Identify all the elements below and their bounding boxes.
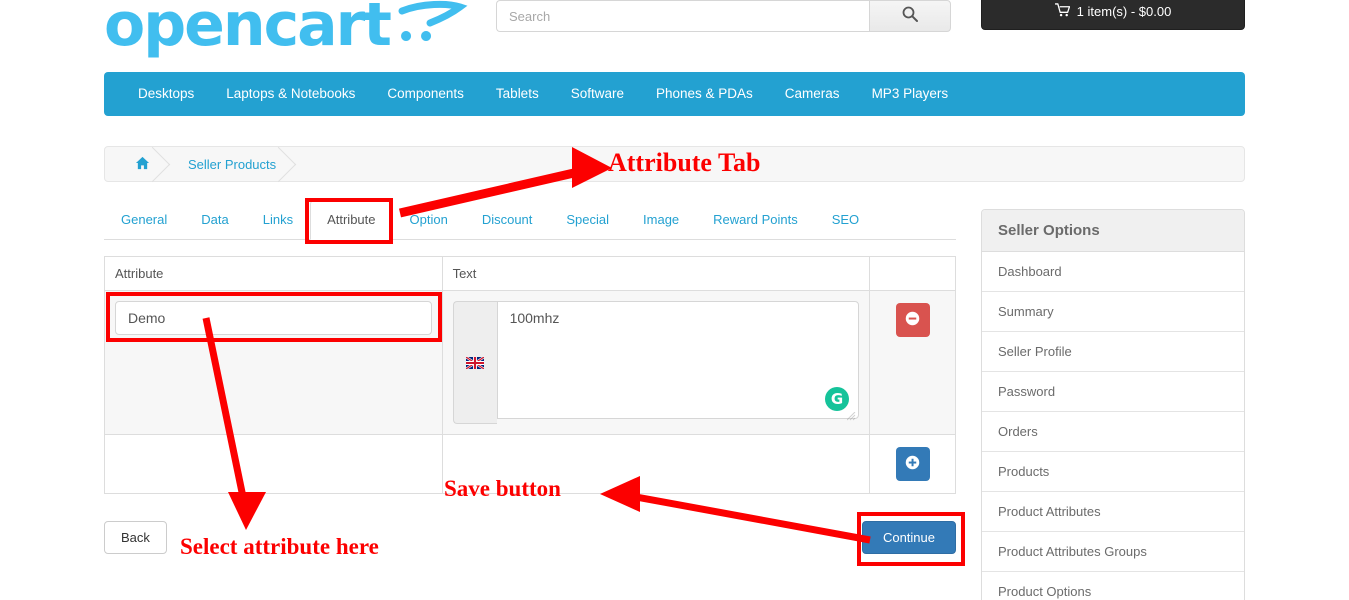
opencart-logo[interactable]: opencart: [104, 0, 468, 60]
sidebar-item-product-options[interactable]: Product Options: [982, 572, 1244, 600]
footer-cell-attribute: [104, 434, 443, 494]
sidebar-item-products[interactable]: Products: [982, 452, 1244, 492]
tab-general[interactable]: General: [104, 200, 184, 240]
table-row: G: [104, 290, 956, 435]
tab-seo[interactable]: SEO: [815, 200, 876, 240]
header-text: Text: [441, 256, 871, 291]
nav-item-cameras[interactable]: Cameras: [769, 72, 856, 116]
tab-reward-points[interactable]: Reward Points: [696, 200, 815, 240]
nav-item-tablets[interactable]: Tablets: [480, 72, 555, 116]
cell-attribute: [104, 290, 443, 435]
logo-cart-icon: [396, 0, 468, 56]
search-input[interactable]: [496, 0, 869, 32]
attribute-text-group: G: [452, 301, 860, 424]
grammarly-icon[interactable]: G: [825, 387, 850, 411]
sidebar-item-product-attributes[interactable]: Product Attributes: [982, 492, 1244, 532]
attribute-textarea-wrap: G: [496, 301, 860, 424]
search-icon: [902, 6, 918, 27]
page-root: opencart Search 1 item(s) - $0.00 Deskto…: [0, 0, 1349, 600]
site-header: opencart Search 1 item(s) - $0.00: [0, 0, 1349, 60]
product-tabs: General Data Links Attribute Option Disc…: [104, 200, 956, 240]
tab-discount[interactable]: Discount: [465, 200, 550, 240]
language-flag-addon: [452, 301, 497, 424]
search-bar: [496, 0, 951, 32]
sidebar-item-dashboard[interactable]: Dashboard: [982, 252, 1244, 292]
attribute-name-input[interactable]: [115, 301, 432, 335]
sidebar-item-summary[interactable]: Summary: [982, 292, 1244, 332]
attribute-table-foot: [104, 434, 956, 494]
main-content: General Data Links Attribute Option Disc…: [104, 200, 956, 494]
breadcrumb-home[interactable]: [105, 146, 164, 182]
uk-flag-icon: [466, 356, 485, 369]
breadcrumb: Seller Products: [104, 146, 1245, 182]
back-button[interactable]: Back: [104, 521, 167, 554]
remove-attribute-button[interactable]: [895, 303, 930, 337]
cart-button[interactable]: 1 item(s) - $0.00: [981, 0, 1245, 30]
nav-item-software[interactable]: Software: [555, 72, 640, 116]
table-footer-row: [104, 434, 956, 494]
header-action: [869, 256, 956, 291]
logo-text: opencart: [104, 0, 392, 60]
cell-text: G: [441, 290, 871, 435]
sidebar-item-product-attributes-groups[interactable]: Product Attributes Groups: [982, 532, 1244, 572]
tab-option[interactable]: Option: [393, 200, 465, 240]
tab-data[interactable]: Data: [184, 200, 245, 240]
search-button[interactable]: [869, 0, 951, 32]
nav-item-laptops-notebooks[interactable]: Laptops & Notebooks: [210, 72, 371, 116]
header-attribute: Attribute: [104, 256, 443, 291]
nav-item-mp3-players[interactable]: MP3 Players: [856, 72, 965, 116]
continue-button[interactable]: Continue: [861, 521, 956, 554]
resize-grip-icon[interactable]: [847, 412, 856, 421]
breadcrumb-seller-products[interactable]: Seller Products: [164, 146, 290, 182]
attribute-text-input[interactable]: [496, 301, 860, 419]
cart-label: 1 item(s) - $0.00: [1076, 3, 1172, 19]
footer-cell-text: [441, 434, 871, 494]
tab-special[interactable]: Special: [549, 200, 626, 240]
nav-item-components[interactable]: Components: [371, 72, 480, 116]
sidebar-title: Seller Options: [982, 210, 1244, 252]
shopping-cart-icon: [1054, 2, 1070, 20]
attribute-table: Attribute Text Demo 100mhz G: [104, 256, 956, 494]
cell-action: [869, 290, 956, 435]
form-actions: Back Continue: [104, 521, 956, 559]
sidebar-item-password[interactable]: Password: [982, 372, 1244, 412]
seller-options-sidebar: Seller Options Dashboard Summary Seller …: [981, 209, 1245, 600]
add-attribute-button[interactable]: [895, 447, 930, 481]
attribute-table-head: Attribute Text: [104, 256, 956, 291]
nav-item-phones-pdas[interactable]: Phones & PDAs: [640, 72, 769, 116]
attribute-table-body: G: [104, 290, 956, 435]
table-header-row: Attribute Text: [104, 256, 956, 291]
plus-circle-icon: [905, 455, 920, 473]
footer-cell-action: [869, 434, 956, 494]
sidebar-item-seller-profile[interactable]: Seller Profile: [982, 332, 1244, 372]
tab-image[interactable]: Image: [626, 200, 696, 240]
home-icon: [135, 156, 150, 173]
sidebar-item-orders[interactable]: Orders: [982, 412, 1244, 452]
main-navigation: Desktops Laptops & Notebooks Components …: [104, 72, 1245, 116]
tab-links[interactable]: Links: [246, 200, 310, 240]
tab-attribute[interactable]: Attribute: [310, 200, 393, 240]
minus-circle-icon: [905, 311, 920, 329]
nav-item-desktops[interactable]: Desktops: [122, 72, 210, 116]
